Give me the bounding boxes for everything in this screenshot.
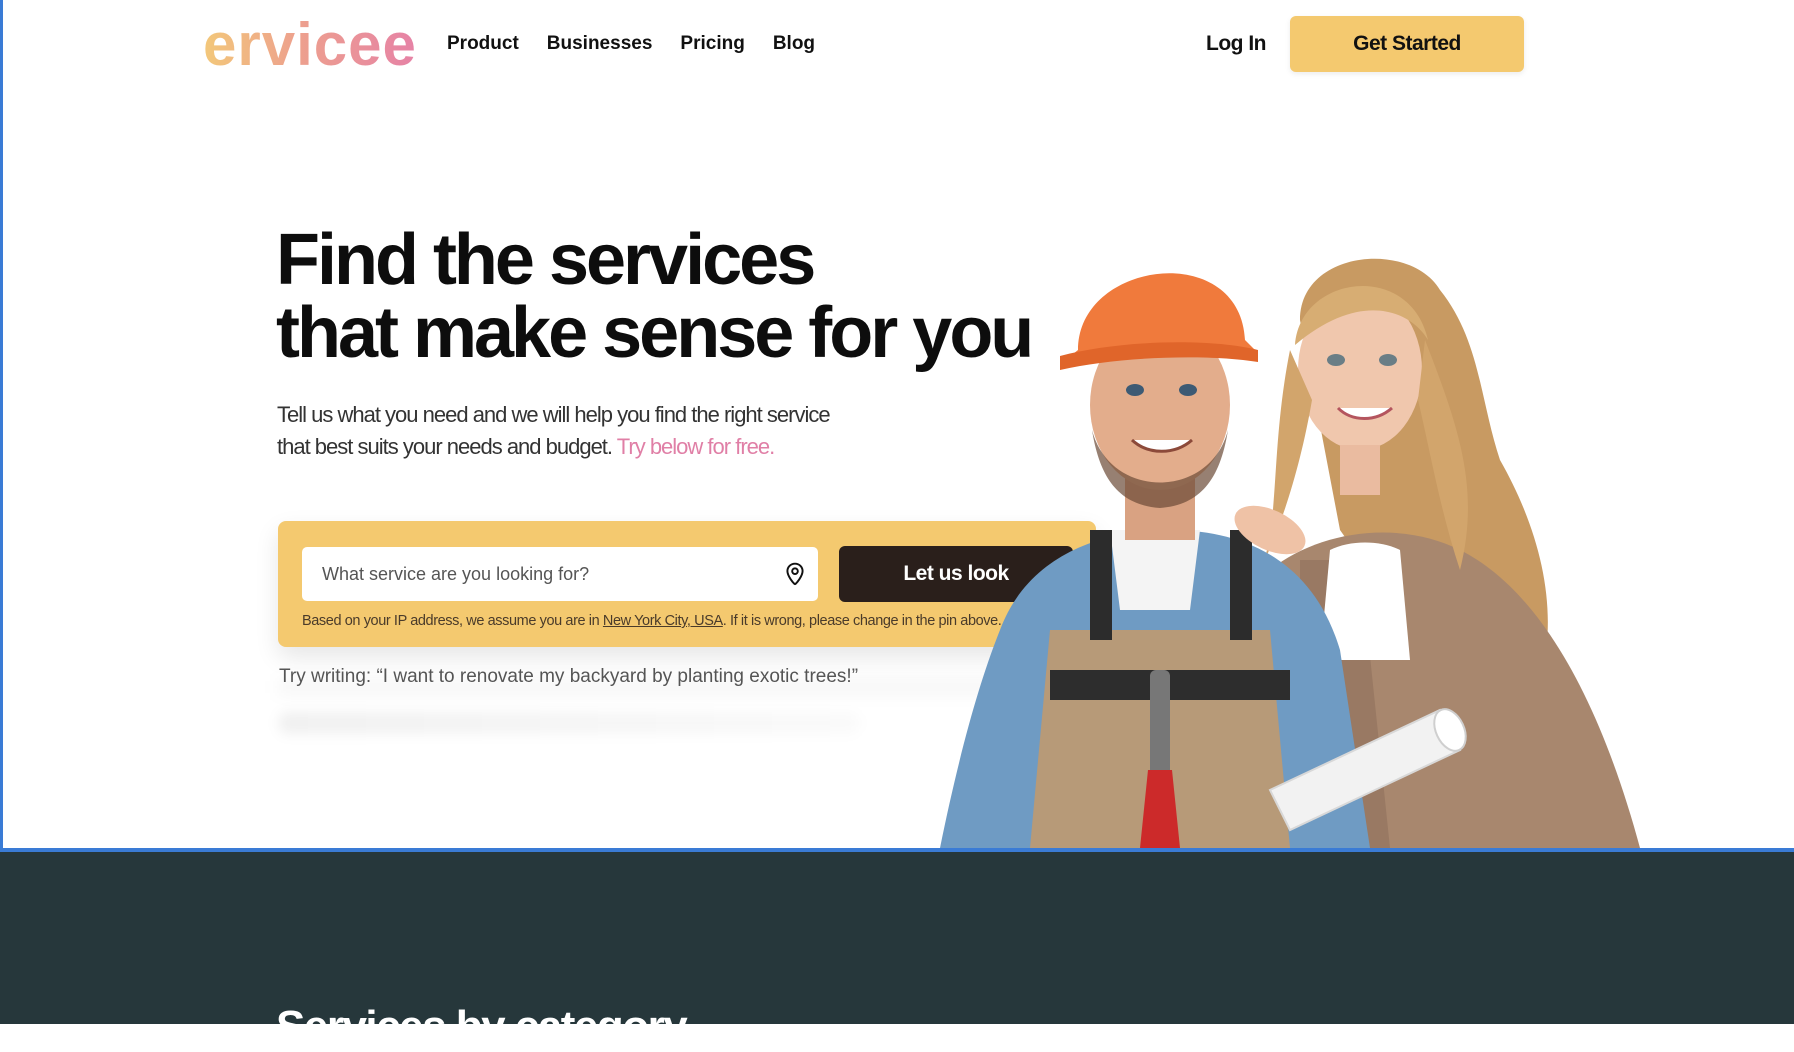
hero-photo xyxy=(940,258,1640,848)
nav-item-product[interactable]: Product xyxy=(447,33,519,55)
brand-logo[interactable]: ervicee xyxy=(203,10,417,79)
nav-item-pricing[interactable]: Pricing xyxy=(680,33,744,55)
search-box xyxy=(302,547,818,601)
get-started-button[interactable]: Get Started xyxy=(1290,16,1524,72)
hero-subtitle-line-1: Tell us what you need and we will help y… xyxy=(277,402,831,427)
search-input[interactable] xyxy=(302,547,772,601)
faded-suggestion xyxy=(279,712,859,734)
hero-subtitle: Tell us what you need and we will help y… xyxy=(277,399,837,463)
ip-note-prefix: Based on your IP address, we assume you … xyxy=(302,613,603,629)
hero-title-line-2: that make sense for you xyxy=(276,293,1034,373)
map-pin-icon[interactable] xyxy=(782,561,808,587)
nav-item-businesses[interactable]: Businesses xyxy=(547,33,653,55)
login-link[interactable]: Log In xyxy=(1206,32,1266,56)
suggestion-text: Try writing: “I want to renovate my back… xyxy=(279,666,859,687)
location-link[interactable]: New York City, USA xyxy=(603,613,723,629)
categories-title: Services by category xyxy=(276,1002,688,1051)
categories-section: Services by category xyxy=(0,848,1794,1051)
hero-subtitle-line-2: that best suits your needs and budget. xyxy=(277,434,613,459)
hero-title-line-1: Find the services xyxy=(276,220,816,300)
hero-subtitle-accent: Try below for free. xyxy=(616,434,775,459)
nav-item-blog[interactable]: Blog xyxy=(773,33,815,55)
main-nav: Product Businesses Pricing Blog xyxy=(447,33,815,55)
hero-title: Find the services that make sense for yo… xyxy=(276,224,1056,370)
